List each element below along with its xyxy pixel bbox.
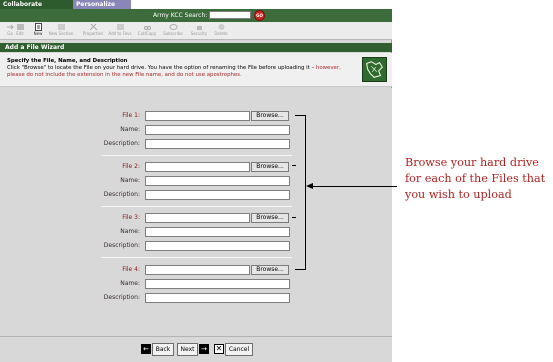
instructions-text: Click "Browse" to locate the File on you… <box>7 65 351 79</box>
annotation-bracket-tick <box>292 217 296 218</box>
file-1-input[interactable] <box>145 111 250 121</box>
file-1-label: File 1: <box>122 112 140 119</box>
toolbar-security-button: Security <box>188 23 210 39</box>
file-2-description-label: Description: <box>103 191 140 198</box>
cut-copy-icon <box>143 26 151 30</box>
cancel-button[interactable]: Cancel <box>225 343 253 356</box>
toolbar-subscribe-label: Subscribe <box>163 31 183 36</box>
next-button[interactable]: Next <box>177 343 198 356</box>
annotation-arrow-icon <box>306 183 313 189</box>
file-1-name-label: Name: <box>120 126 140 133</box>
next-arrow-icon[interactable]: → <box>199 344 209 354</box>
file-2-name-label: Name: <box>120 177 140 184</box>
file-3-name-input[interactable] <box>145 227 290 237</box>
add-to-favs-icon <box>116 24 124 30</box>
edit-icon <box>16 24 24 30</box>
file-2-input[interactable] <box>145 162 250 172</box>
file-2-browse-button[interactable]: Browse... <box>251 162 289 172</box>
cancel-x-icon[interactable]: ✕ <box>214 344 224 354</box>
file-4-description-label: Description: <box>103 294 140 301</box>
group-separator <box>101 206 292 207</box>
toolbar-new-section-label: New Section <box>48 31 74 36</box>
toolbar-cut-copy-label: Cut/Copy <box>137 31 157 36</box>
file-1-name-input[interactable] <box>145 125 290 135</box>
toolbar-add-to-favs-label: Add to Favs <box>108 31 132 36</box>
annotation-bracket-tick <box>292 165 296 166</box>
annotation-bracket <box>295 115 306 270</box>
annotation-callout: Browse your hard drive for each of the F… <box>405 156 546 201</box>
file-4-description-input[interactable] <box>145 293 290 303</box>
subscribe-icon <box>169 24 177 30</box>
file-2-description-input[interactable] <box>145 190 290 200</box>
toolbar-security-label: Security <box>190 31 208 36</box>
new-section-icon <box>57 24 65 30</box>
file-3-description-label: Description: <box>103 242 140 249</box>
file-3-browse-button[interactable]: Browse... <box>251 213 289 223</box>
file-1-description-input[interactable] <box>145 139 290 149</box>
toolbar-delete-button: Delete <box>210 23 232 39</box>
instructions-heading: Specify the File, Name, and Description <box>7 58 128 64</box>
map-logo-icon <box>366 61 384 78</box>
group-separator <box>101 257 292 258</box>
security-icon <box>196 26 202 30</box>
group-separator <box>101 155 292 156</box>
toolbar-new-section-button: New Section <box>46 23 76 39</box>
annotation-arrow-line <box>312 186 397 187</box>
toolbar-new-button[interactable]: New <box>30 23 46 39</box>
toolbar-edit-button: Edit <box>12 23 28 39</box>
search-label: Army KCC Search: <box>153 12 208 19</box>
search-input[interactable] <box>209 11 251 19</box>
toolbar-new-label: New <box>33 31 43 36</box>
file-2-name-input[interactable] <box>145 176 290 186</box>
file-3-name-label: Name: <box>120 228 140 235</box>
file-1-description-label: Description: <box>103 140 140 147</box>
file-3-label: File 3: <box>122 214 140 221</box>
file-4-browse-button[interactable]: Browse... <box>251 265 289 275</box>
delete-icon <box>218 24 224 30</box>
toolbar-subscribe-button: Subscribe <box>160 23 186 39</box>
file-4-input[interactable] <box>145 265 250 275</box>
toolbar-properties-label: Properties <box>82 31 104 36</box>
back-button[interactable]: Back <box>152 343 174 356</box>
tab-bar: Collaborate Personalize <box>0 0 392 9</box>
file-1-browse-button[interactable]: Browse... <box>251 111 289 121</box>
tab-collaborate[interactable]: Collaborate <box>0 0 73 9</box>
toolbar-delete-label: Delete <box>214 31 228 36</box>
properties-icon <box>89 23 97 31</box>
file-4-name-input[interactable] <box>145 279 290 289</box>
instructions-body: Click "Browse" to locate the File on you… <box>7 65 316 71</box>
toolbar-edit-label: Edit <box>16 31 24 36</box>
new-icon <box>34 23 42 31</box>
toolbar-properties-button: Properties <box>80 23 106 39</box>
back-arrow-icon[interactable]: ← <box>141 344 151 354</box>
toolbar-add-to-favs-button: Add to Favs <box>106 23 134 39</box>
search-go-button[interactable]: GO <box>254 10 265 21</box>
file-4-name-label: Name: <box>120 280 140 287</box>
file-3-input[interactable] <box>145 213 250 223</box>
wizard-logo-icon <box>362 57 387 82</box>
file-2-label: File 2: <box>122 163 140 170</box>
wizard-title: Add a File Wizard <box>0 43 392 52</box>
file-3-description-input[interactable] <box>145 241 290 251</box>
tab-personalize[interactable]: Personalize <box>73 0 131 9</box>
toolbar-cut-copy-button: Cut/Copy <box>134 23 160 39</box>
file-4-label: File 4: <box>122 266 140 273</box>
